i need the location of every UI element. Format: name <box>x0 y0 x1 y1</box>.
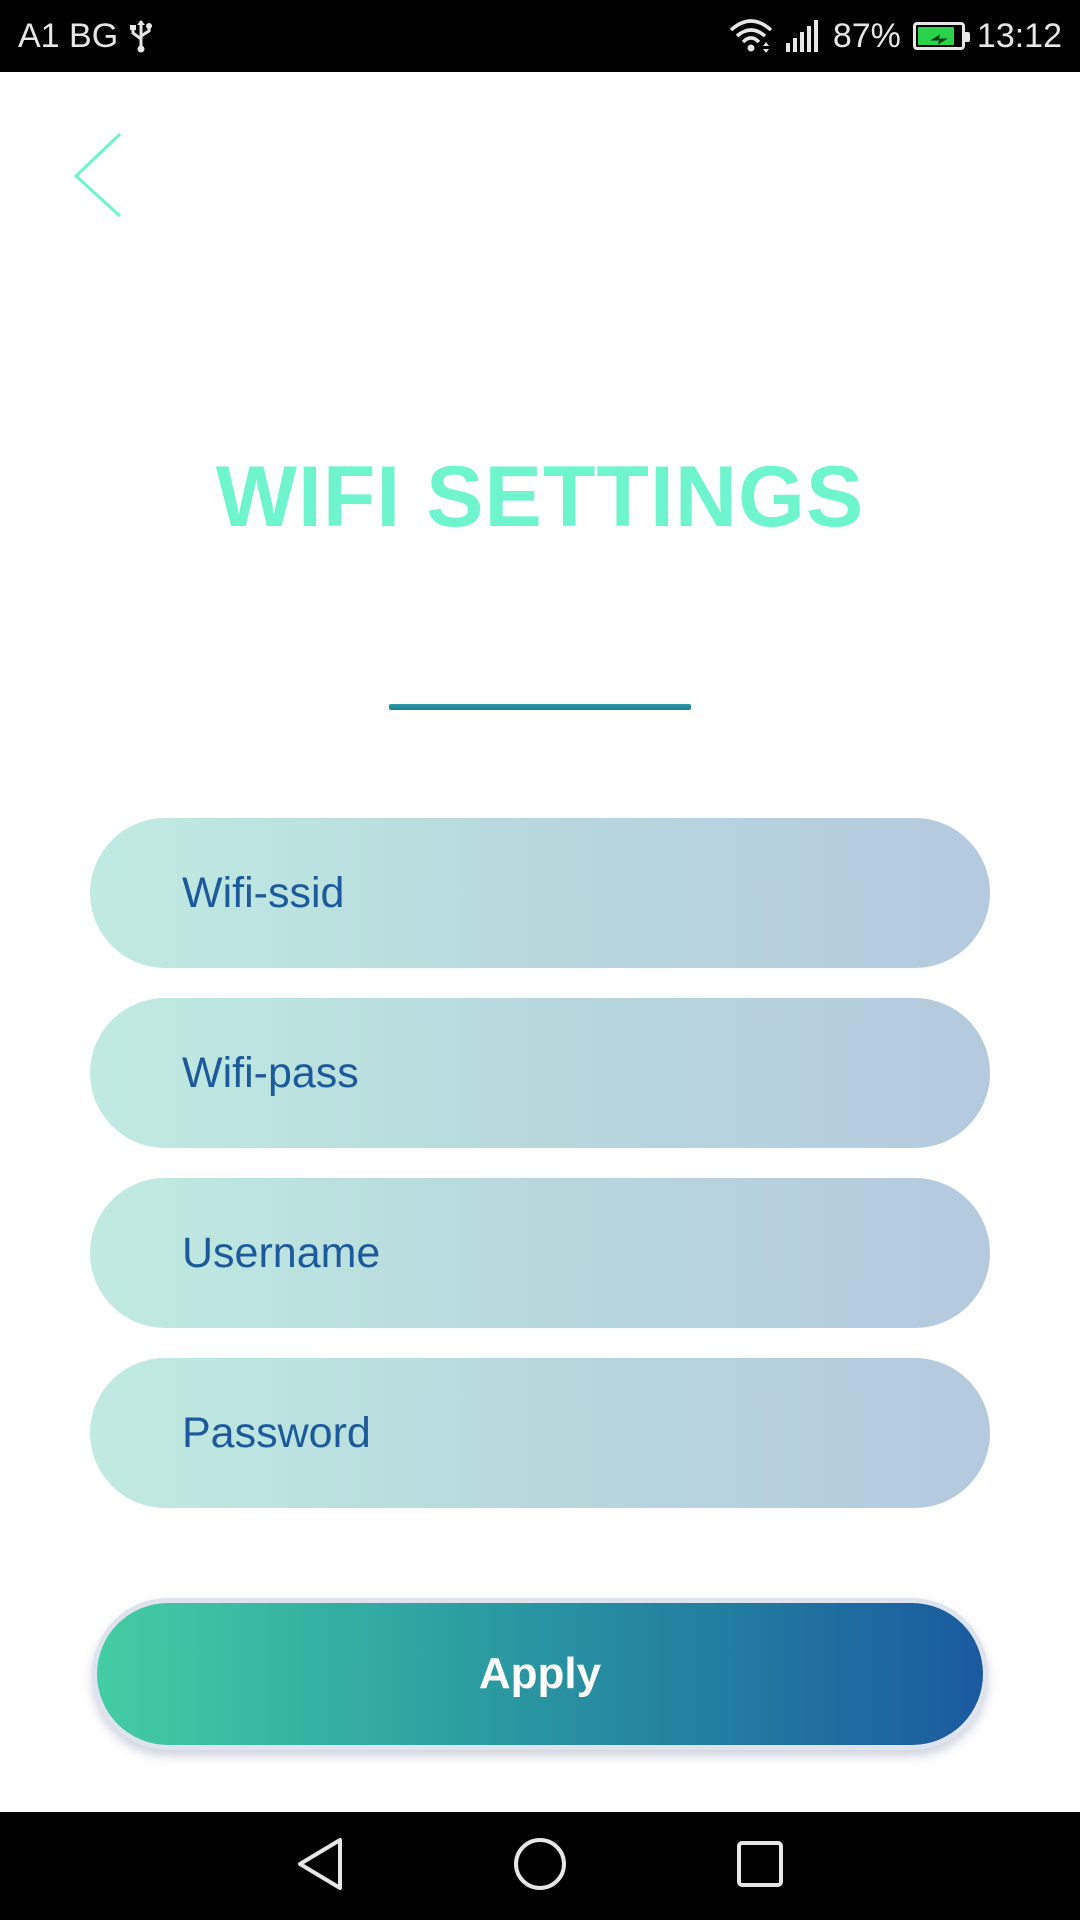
nav-home-button[interactable] <box>500 1826 580 1906</box>
apply-button-frame: Apply <box>92 1598 988 1750</box>
nav-back-button[interactable] <box>280 1826 360 1906</box>
signal-icon <box>785 19 821 53</box>
status-bar: A1 BG 87% 13:12 <box>0 0 1080 72</box>
username-field[interactable] <box>90 1178 990 1328</box>
page-title: WIFI SETTINGS <box>215 449 865 545</box>
chevron-left-icon <box>70 130 130 225</box>
password-field[interactable] <box>90 1358 990 1508</box>
nav-recents-icon <box>735 1839 785 1894</box>
nav-back-icon <box>294 1836 346 1897</box>
password-input[interactable] <box>182 1358 990 1508</box>
wifi-pass-input[interactable] <box>182 998 990 1148</box>
battery-percent: 87% <box>832 16 901 55</box>
status-right: 87% 13:12 <box>729 17 1062 56</box>
back-button[interactable] <box>70 130 150 225</box>
nav-home-icon <box>512 1836 568 1897</box>
usb-icon <box>128 19 154 53</box>
title-underline <box>389 704 691 710</box>
wifi-ssid-field[interactable] <box>90 818 990 968</box>
wifi-icon <box>729 18 773 54</box>
battery-icon <box>912 22 970 50</box>
carrier-label: A1 BG <box>18 16 119 55</box>
status-left: A1 BG <box>18 17 154 56</box>
system-nav-bar <box>0 1812 1080 1920</box>
wifi-ssid-input[interactable] <box>182 818 990 968</box>
clock: 13:12 <box>976 16 1062 55</box>
username-input[interactable] <box>182 1178 990 1328</box>
charging-bolt-icon <box>928 17 950 56</box>
nav-recents-button[interactable] <box>720 1826 800 1906</box>
wifi-pass-field[interactable] <box>90 998 990 1148</box>
apply-button[interactable]: Apply <box>97 1603 983 1745</box>
